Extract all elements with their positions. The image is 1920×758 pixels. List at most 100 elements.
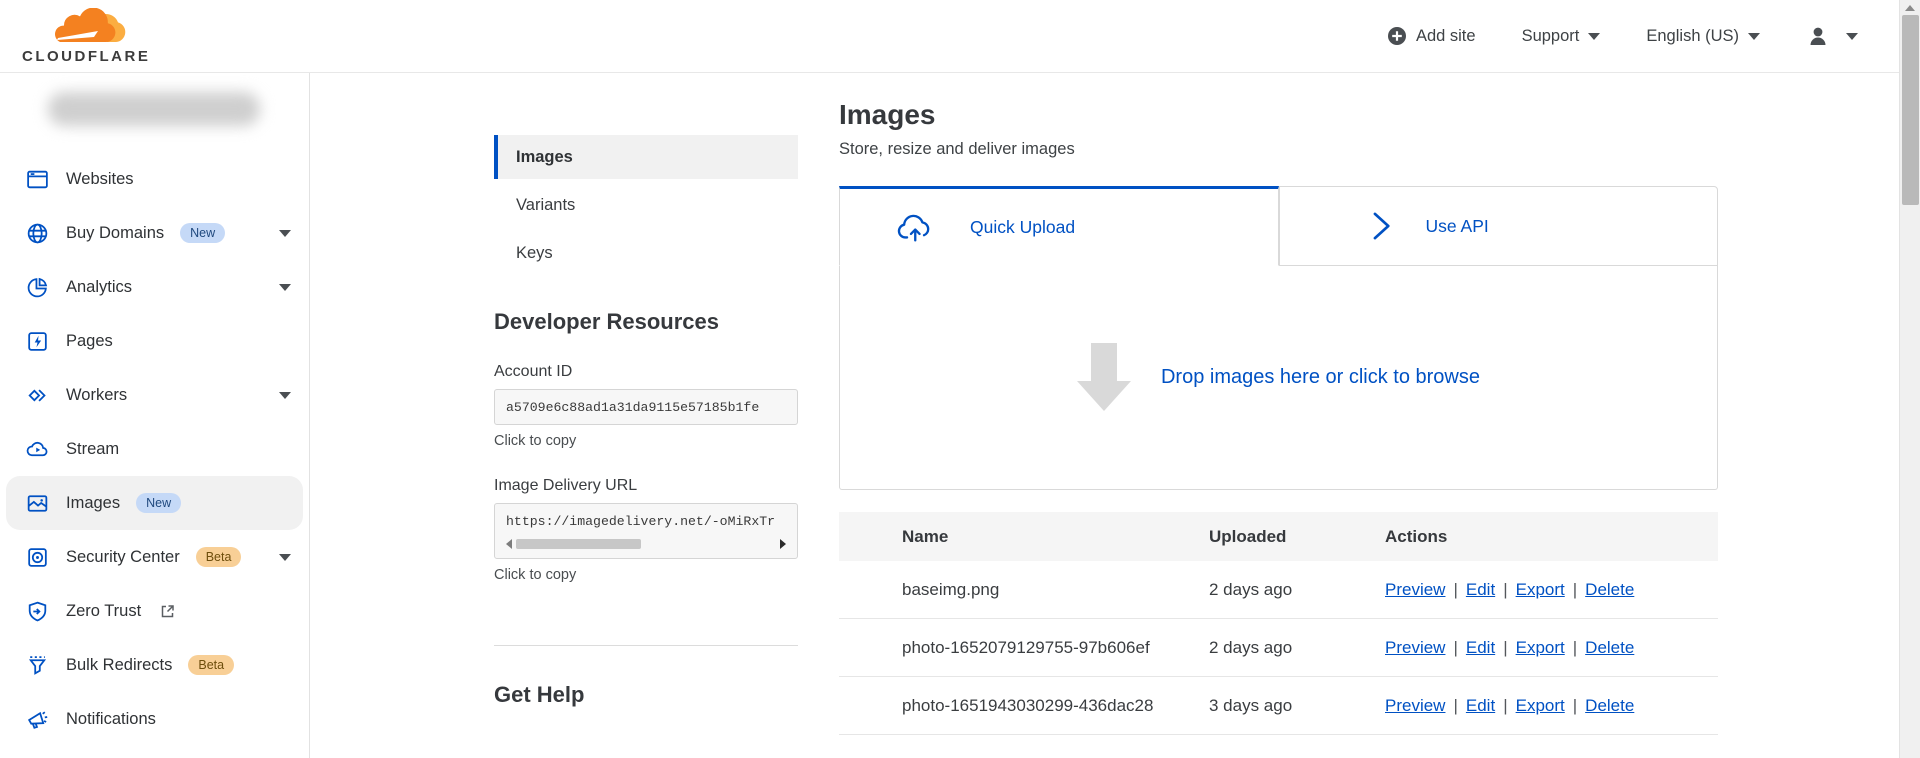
globe-icon [25, 221, 50, 246]
uploaded-date: 3 days ago [1209, 695, 1293, 715]
chevron-down-icon [279, 229, 291, 237]
subnav-item-images[interactable]: Images [494, 135, 798, 179]
preview-link[interactable]: Preview [1385, 696, 1445, 715]
megaphone-icon [25, 707, 50, 732]
hscroll-track[interactable] [516, 538, 776, 549]
image-name: photo-1651943030299-436dac28 [902, 695, 1154, 715]
scroll-right-arrow-icon[interactable] [780, 538, 786, 549]
preview-link[interactable]: Preview [1385, 638, 1445, 657]
table-row: photo-1651943030299-436dac28 3 days ago … [839, 677, 1718, 735]
image-dropzone[interactable]: Drop images here or click to browse [839, 265, 1718, 490]
sidebar-item-label: Analytics [66, 277, 133, 296]
table-header-row: Name Uploaded Actions [839, 512, 1718, 561]
image-name: photo-1652079129755-97b606ef [902, 637, 1150, 657]
sidebar-item-buy-domains[interactable]: Buy Domains New [0, 206, 309, 260]
left-sidebar: Websites Buy Domains New Analytics Pages… [0, 73, 310, 758]
lightning-page-icon [25, 329, 50, 354]
delivery-url-text: https://imagedelivery.net/-oMiRxTr [506, 514, 776, 529]
sidebar-item-analytics[interactable]: Analytics [0, 260, 309, 314]
subnav-item-variants[interactable]: Variants [494, 183, 798, 227]
sidebar-item-workers[interactable]: Workers [0, 368, 309, 422]
tab-label: Quick Upload [970, 216, 1076, 237]
preview-link[interactable]: Preview [1385, 580, 1445, 599]
scrollbar-thumb[interactable] [1902, 15, 1919, 205]
account-id-label: Account ID [494, 363, 573, 380]
action-separator: | [1572, 695, 1578, 715]
subnav-item-keys[interactable]: Keys [494, 231, 798, 275]
account-name-redacted[interactable] [48, 92, 260, 126]
beta-badge: Beta [188, 655, 235, 675]
tab-quick-upload[interactable]: Quick Upload [839, 186, 1279, 266]
delete-link[interactable]: Delete [1585, 638, 1634, 657]
table-row: baseimg.png 2 days ago Preview | Edit | Expo… [839, 561, 1718, 619]
cloudflare-cloud-icon [55, 8, 126, 42]
sidebar-item-bulk-redirects[interactable]: Bulk Redirects Beta [0, 638, 309, 692]
subnav-item-label: Images [516, 147, 573, 166]
dropzone-text[interactable]: Drop images here or click to browse [1161, 366, 1480, 389]
sidebar-item-label: Notifications [66, 709, 156, 728]
support-menu[interactable]: Support [1522, 27, 1601, 46]
delivery-url-value[interactable]: https://imagedelivery.net/-oMiRxTr [494, 503, 798, 559]
sidebar-item-images[interactable]: Images New [6, 476, 303, 530]
hscroll-thumb[interactable] [516, 538, 641, 549]
sidebar-item-notifications[interactable]: Notifications [0, 692, 309, 746]
column-header-actions: Actions [1385, 526, 1448, 546]
sidebar-item-security-center[interactable]: Security Center Beta [0, 530, 309, 584]
export-link[interactable]: Export [1516, 696, 1565, 715]
language-menu[interactable]: English (US) [1646, 27, 1760, 46]
action-separator: | [1453, 637, 1458, 657]
beta-badge: Beta [195, 547, 242, 567]
image-name: baseimg.png [902, 579, 1000, 599]
cloudflare-logo[interactable]: CLOUDFLARE [22, 8, 150, 64]
browser-window-icon [25, 167, 50, 192]
sidebar-item-zero-trust[interactable]: Zero Trust [0, 584, 309, 638]
account-menu[interactable] [1806, 24, 1858, 48]
image-icon [25, 491, 50, 516]
get-help-title: Get Help [494, 682, 585, 707]
action-separator: | [1453, 579, 1458, 599]
edit-link[interactable]: Edit [1466, 638, 1495, 657]
action-separator: | [1572, 579, 1578, 599]
sidebar-item-label: Bulk Redirects [66, 655, 173, 674]
subnav-item-label: Variants [516, 195, 576, 214]
sidebar-item-websites[interactable]: Websites [0, 152, 309, 206]
edit-link[interactable]: Edit [1466, 580, 1495, 599]
sidebar-item-label: Websites [66, 169, 134, 188]
language-label: English (US) [1646, 26, 1739, 45]
tab-label: Use API [1425, 215, 1489, 236]
scroll-left-arrow-icon[interactable] [506, 538, 512, 549]
delivery-url-hscrollbar[interactable] [506, 538, 786, 549]
sidebar-item-stream[interactable]: Stream [0, 422, 309, 476]
action-separator: | [1572, 637, 1578, 657]
export-link[interactable]: Export [1516, 580, 1565, 599]
delete-link[interactable]: Delete [1585, 696, 1634, 715]
export-link[interactable]: Export [1516, 638, 1565, 657]
chevron-down-icon [1748, 32, 1760, 40]
add-site-label: Add site [1415, 26, 1476, 45]
add-site-button[interactable]: Add site [1387, 26, 1476, 46]
action-separator: | [1503, 695, 1508, 715]
chevron-down-icon [279, 391, 291, 399]
uploaded-date: 2 days ago [1209, 579, 1293, 599]
action-separator: | [1453, 695, 1458, 715]
sidebar-item-pages[interactable]: Pages [0, 314, 309, 368]
account-id-value[interactable]: a5709e6c88ad1a31da9115e57185b1fe [494, 389, 798, 425]
support-label: Support [1521, 26, 1580, 45]
page-scrollbar[interactable] [1899, 0, 1920, 758]
subnav-divider [494, 645, 798, 646]
stream-cloud-play-icon [25, 437, 50, 462]
edit-link[interactable]: Edit [1466, 696, 1495, 715]
scrollbar-up-arrow-icon[interactable] [1900, 0, 1920, 15]
developer-resources-title: Developer Resources [494, 309, 719, 334]
images-table: Name Uploaded Actions baseimg.png 2 days… [839, 512, 1718, 735]
sidebar-item-label: Zero Trust [66, 601, 142, 620]
funnel-icon [25, 653, 50, 678]
chevron-down-icon [1846, 32, 1858, 40]
sidebar-item-label: Stream [66, 439, 120, 458]
subnav-item-label: Keys [516, 243, 553, 262]
tab-use-api[interactable]: Use API [1278, 186, 1718, 266]
column-header-uploaded: Uploaded [1209, 526, 1287, 546]
chevron-down-icon [1588, 32, 1601, 40]
chevron-right-icon [1373, 212, 1390, 240]
delete-link[interactable]: Delete [1585, 580, 1634, 599]
